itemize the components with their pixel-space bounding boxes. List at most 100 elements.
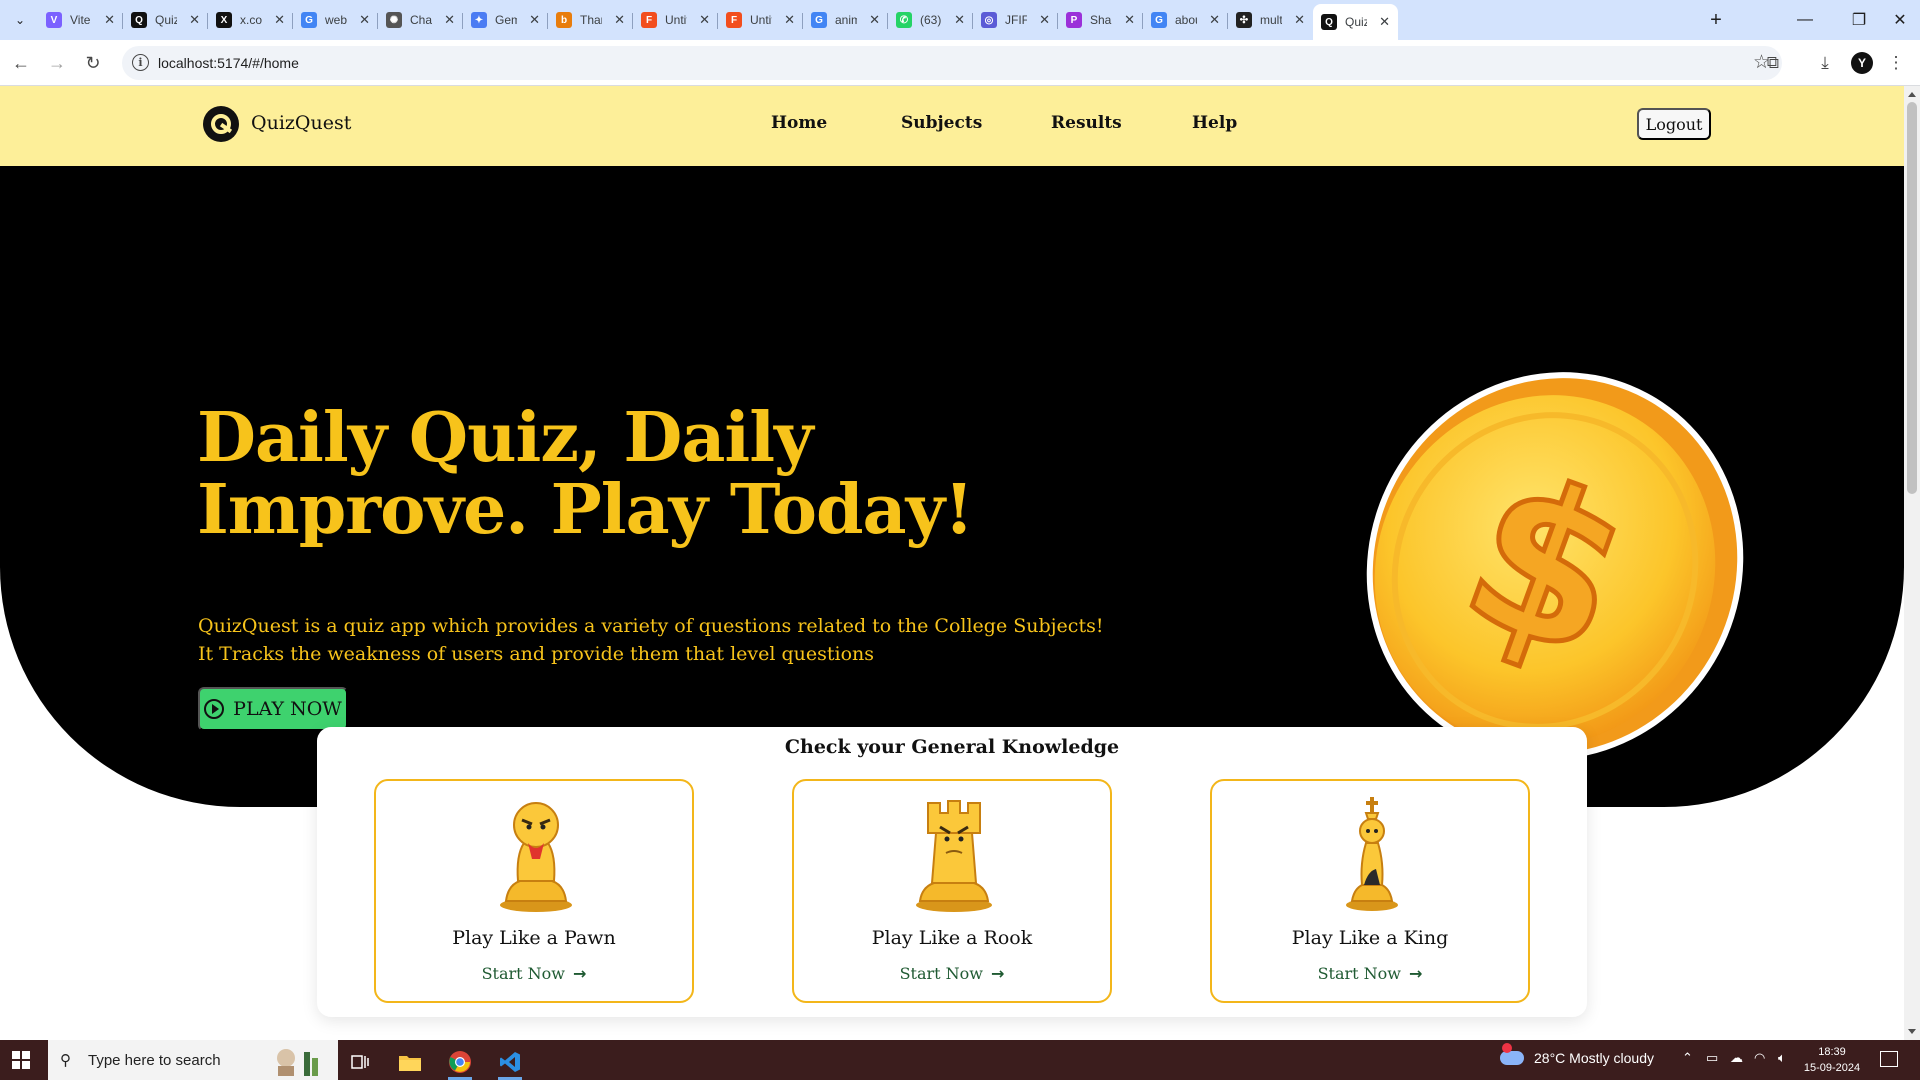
quiz-card-king[interactable]: Play Like a King Start Now → (1210, 779, 1530, 1003)
tab-close-icon[interactable]: ✕ (1039, 12, 1050, 28)
tab-favicon-icon: G (301, 12, 317, 28)
hero-title-line-1: Daily Quiz, Daily (197, 398, 814, 478)
browser-tab[interactable]: F Untitle ✕ (633, 5, 718, 35)
quizquest-logo-icon[interactable] (203, 106, 239, 142)
tab-close-icon[interactable]: ✕ (1124, 12, 1135, 28)
browser-tab[interactable]: b Thank ✕ (548, 5, 633, 35)
tab-title: QuizQ (1345, 15, 1368, 29)
browser-tab[interactable]: G web d ✕ (293, 5, 378, 35)
minimize-window-icon[interactable]: — (1778, 0, 1832, 40)
browser-tab[interactable]: P Sharp ✕ (1058, 5, 1143, 35)
url-text[interactable]: localhost:5174/#/home (158, 55, 299, 71)
volume-icon[interactable]: 🔈︎ (1778, 1050, 1786, 1066)
start-now-label: Start Now (899, 964, 983, 983)
page-scrollbar[interactable] (1904, 86, 1920, 1040)
tab-title: anima (835, 13, 858, 27)
logout-button[interactable]: Logout (1637, 108, 1711, 140)
brand-name[interactable]: QuizQuest (251, 112, 351, 134)
restore-window-icon[interactable]: ❐ (1832, 0, 1886, 40)
tab-title: about (1175, 13, 1197, 27)
tab-close-icon[interactable]: ✕ (869, 12, 880, 28)
nav-results-link[interactable]: Results (1051, 113, 1122, 133)
browser-tab[interactable]: V Vite + ✕ (38, 5, 123, 35)
tab-favicon-icon: b (556, 12, 572, 28)
browser-tab[interactable]: G anima ✕ (803, 5, 888, 35)
file-explorer-icon[interactable] (390, 1044, 430, 1080)
tab-close-icon[interactable]: ✕ (274, 12, 285, 28)
quiz-card-title: Play Like a Pawn (452, 927, 616, 949)
forward-arrow-icon[interactable]: → (44, 50, 70, 76)
browser-tab[interactable]: X x.com ✕ (208, 5, 293, 35)
scrollbar-thumb[interactable] (1907, 102, 1917, 494)
start-now-link[interactable]: Start Now → (376, 964, 692, 983)
browser-tab[interactable]: ✦ Gemin ✕ (463, 5, 548, 35)
tab-search-dropdown-icon[interactable]: ⌄ (8, 8, 32, 32)
download-icon[interactable]: ⤓ (1812, 50, 1838, 76)
reload-icon[interactable]: ↻ (80, 50, 106, 76)
weather-widget[interactable]: 28°C Mostly cloudy (1500, 1043, 1654, 1066)
tab-close-icon[interactable]: ✕ (1209, 12, 1220, 28)
tab-close-icon[interactable]: ✕ (529, 12, 540, 28)
tab-favicon-icon: F (726, 12, 742, 28)
windows-start-icon[interactable] (12, 1051, 30, 1069)
browser-tab[interactable]: F Untitle ✕ (718, 5, 803, 35)
windows-taskbar: ⚲ Type here to search 28°C Mostly cloudy… (0, 1040, 1920, 1080)
tab-close-icon[interactable]: ✕ (189, 12, 200, 28)
extensions-icon[interactable]: ⧉ (1760, 50, 1786, 76)
new-tab-plus-icon[interactable]: + (1704, 8, 1728, 32)
site-navbar: QuizQuest Home Subjects Results Help Log… (0, 86, 1904, 166)
onedrive-icon[interactable]: ☁ (1730, 1050, 1743, 1066)
browser-tab[interactable]: ✣ multi ✕ (1228, 5, 1313, 35)
vscode-taskbar-icon[interactable] (490, 1044, 530, 1080)
play-circle-icon (204, 699, 225, 719)
network-icon[interactable]: ◠ (1754, 1050, 1765, 1066)
tab-close-icon[interactable]: ✕ (614, 12, 625, 28)
chrome-menu-icon[interactable]: ⋮ (1886, 50, 1906, 76)
quiz-card-title: Play Like a Rook (871, 927, 1033, 949)
arrow-right-icon: → (1409, 964, 1423, 983)
nav-home-link[interactable]: Home (771, 113, 827, 133)
browser-tab[interactable]: ✺ ChatG ✕ (378, 5, 463, 35)
tab-close-icon[interactable]: ✕ (104, 12, 115, 28)
tab-close-icon[interactable]: ✕ (1379, 14, 1390, 30)
back-arrow-icon[interactable]: ← (8, 50, 34, 76)
meet-now-icon[interactable]: ▭ (1706, 1050, 1718, 1066)
taskbar-search-box[interactable]: ⚲ Type here to search (48, 1040, 338, 1080)
tab-close-icon[interactable]: ✕ (699, 12, 710, 28)
tab-close-icon[interactable]: ✕ (359, 12, 370, 28)
browser-tab-active[interactable]: Q QuizQ ✕ (1313, 4, 1398, 40)
tab-favicon-icon: G (1151, 12, 1167, 28)
notifications-icon[interactable] (1880, 1051, 1898, 1067)
scroll-down-icon[interactable] (1908, 1029, 1916, 1034)
address-bar[interactable]: i localhost:5174/#/home ☆ (122, 46, 1782, 80)
task-view-icon[interactable] (340, 1044, 380, 1080)
browser-tab[interactable]: G about ✕ (1143, 5, 1228, 35)
browser-tab[interactable]: Q QuizQ ✕ (123, 5, 208, 35)
browser-tab[interactable]: ✆ (63) W ✕ (888, 5, 973, 35)
tab-title: Vite + (70, 13, 92, 27)
quiz-card-pawn[interactable]: Play Like a Pawn Start Now → (374, 779, 694, 1003)
tab-close-icon[interactable]: ✕ (954, 12, 965, 28)
close-window-icon[interactable]: ✕ (1880, 0, 1920, 40)
scroll-up-icon[interactable] (1908, 92, 1916, 97)
arrow-right-icon: → (573, 964, 587, 983)
tab-favicon-icon: ✦ (471, 12, 487, 28)
browser-toolbar: ← → ↻ i localhost:5174/#/home ☆ ⧉ (0, 40, 1920, 86)
nav-subjects-link[interactable]: Subjects (901, 113, 982, 133)
tab-close-icon[interactable]: ✕ (444, 12, 455, 28)
tab-close-icon[interactable]: ✕ (784, 12, 795, 28)
tab-close-icon[interactable]: ✕ (1294, 12, 1305, 28)
quiz-card-rook[interactable]: Play Like a Rook Start Now → (792, 779, 1112, 1003)
start-now-link[interactable]: Start Now → (794, 964, 1110, 983)
start-now-link[interactable]: Start Now → (1212, 964, 1528, 983)
browser-tab[interactable]: ◎ JFIF to ✕ (973, 5, 1058, 35)
site-info-icon[interactable]: i (132, 54, 149, 71)
profile-avatar[interactable]: Y (1851, 52, 1873, 74)
taskbar-clock[interactable]: 18:39 15-09-2024 (1802, 1044, 1862, 1076)
chrome-taskbar-icon[interactable] (440, 1044, 480, 1080)
quiz-card-title: Play Like a King (1291, 927, 1449, 949)
show-hidden-icons-icon[interactable]: ⌃ (1682, 1050, 1693, 1066)
play-now-button[interactable]: PLAY NOW (198, 687, 348, 731)
play-now-label: PLAY NOW (233, 698, 342, 720)
nav-help-link[interactable]: Help (1192, 113, 1237, 133)
